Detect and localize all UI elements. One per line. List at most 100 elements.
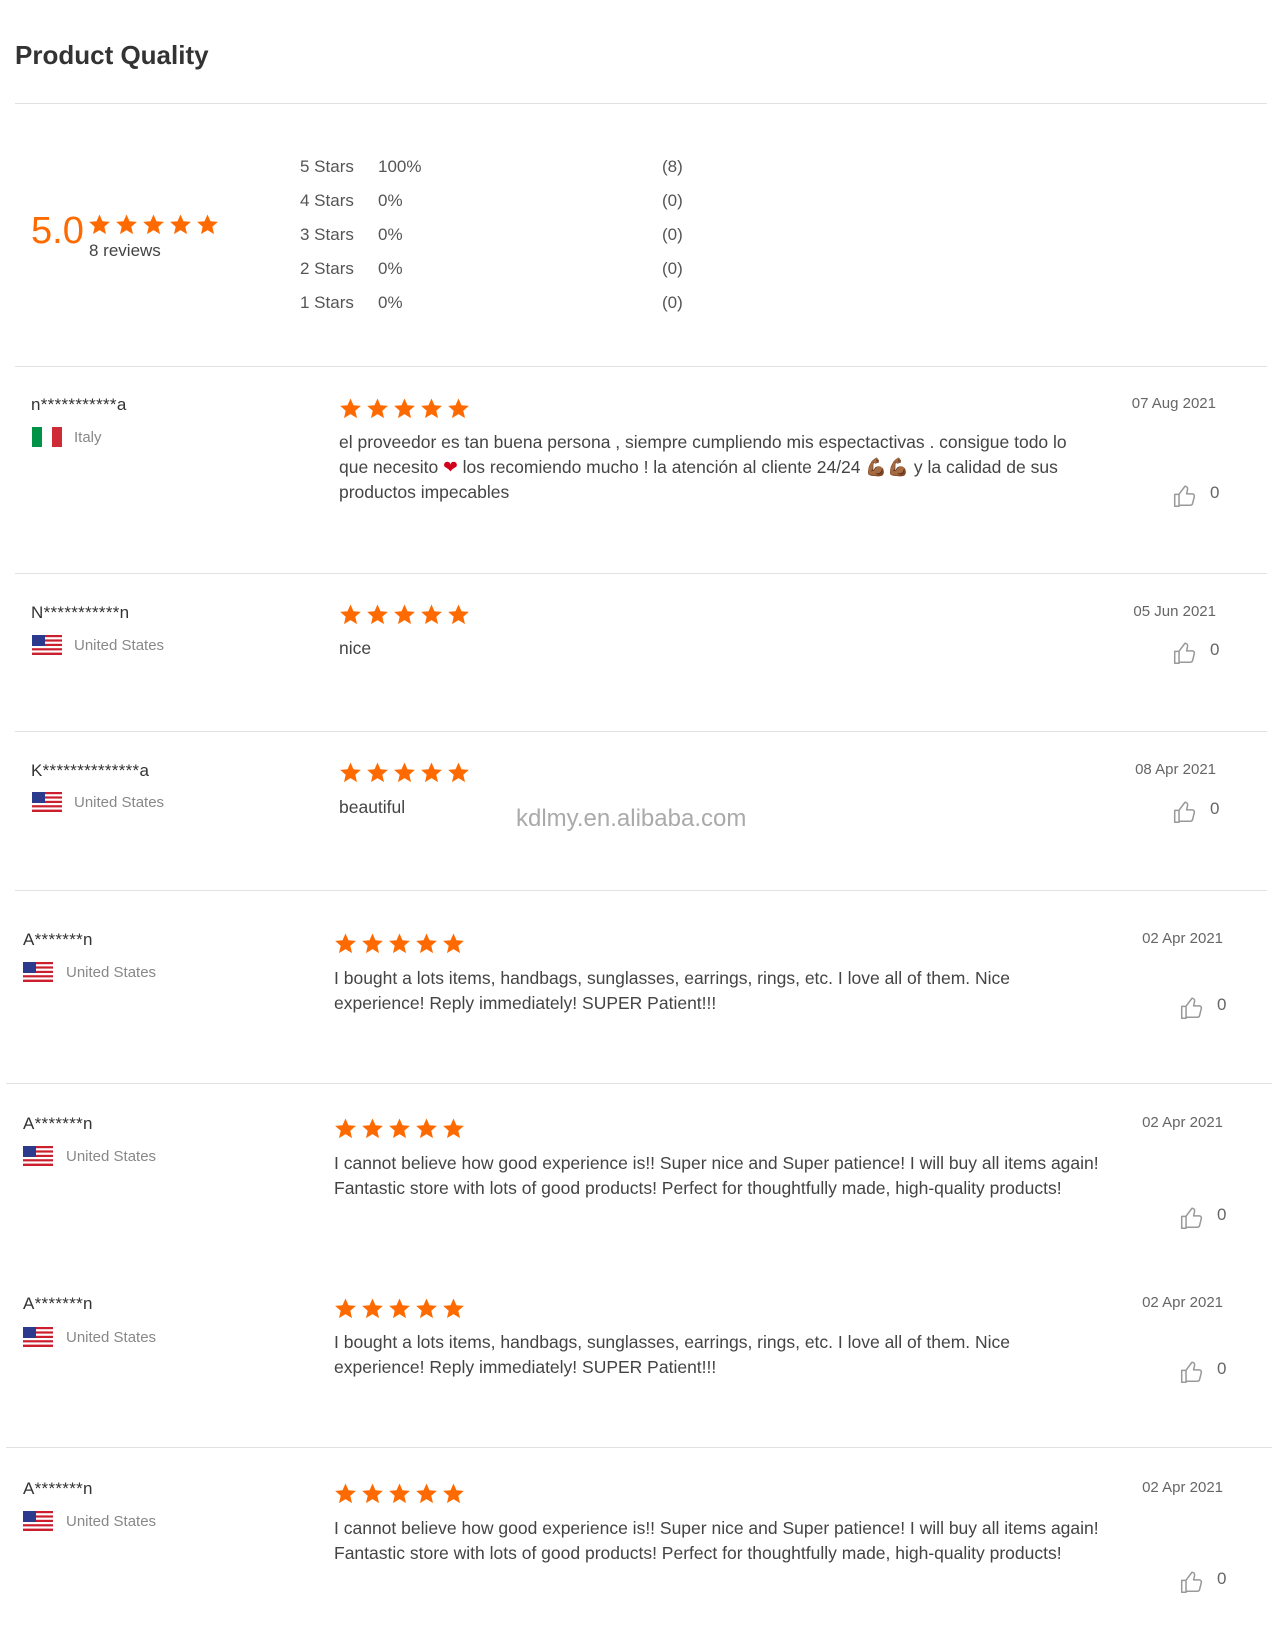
like-button[interactable]: 0 xyxy=(1179,1359,1239,1385)
star-icon xyxy=(334,1117,357,1140)
reviewer-name: A*******n xyxy=(23,930,93,949)
star-icon xyxy=(339,603,362,626)
flexed-biceps-emoji: 💪🏾💪🏾 xyxy=(865,457,909,477)
like-count: 0 xyxy=(1217,1569,1227,1588)
star-icon xyxy=(366,761,389,784)
star-icon xyxy=(388,932,411,955)
star-icon xyxy=(361,932,384,955)
reviewer-name: K**************a xyxy=(31,761,150,780)
rating-row-2[interactable]: 2 Stars 0% (0) xyxy=(300,259,700,281)
star-icon xyxy=(361,1482,384,1505)
review-date: 02 Apr 2021 xyxy=(1142,1479,1223,1496)
star-icon xyxy=(420,603,443,626)
review-stars xyxy=(334,1482,469,1505)
us-flag-icon xyxy=(23,1511,53,1531)
page-title: Product Quality xyxy=(15,40,209,70)
like-button[interactable]: 0 xyxy=(1179,1205,1239,1231)
us-flag-icon xyxy=(32,635,62,655)
us-flag-icon xyxy=(23,1327,53,1347)
like-button[interactable]: 0 xyxy=(1179,995,1239,1021)
rating-row-count: (0) xyxy=(662,293,683,312)
star-icon xyxy=(142,213,165,236)
reviewer-name: n***********a xyxy=(31,395,127,414)
star-icon xyxy=(388,1117,411,1140)
rating-row-1[interactable]: 1 Stars 0% (0) xyxy=(300,293,700,315)
reviewer-country: United States xyxy=(74,794,165,811)
star-icon xyxy=(169,213,192,236)
like-button[interactable]: 0 xyxy=(1172,483,1232,509)
rating-row-count: (0) xyxy=(662,191,683,210)
us-flag-icon xyxy=(32,792,62,812)
reviewer-name: A*******n xyxy=(23,1479,93,1498)
reviewer-country: United States xyxy=(66,1329,157,1346)
like-count: 0 xyxy=(1217,1359,1227,1378)
reviewer-country: United States xyxy=(74,637,165,654)
star-icon xyxy=(366,397,389,420)
like-count: 0 xyxy=(1217,1205,1227,1224)
divider xyxy=(15,366,1267,367)
star-icon xyxy=(334,932,357,955)
reviewer-country: United States xyxy=(66,964,157,981)
thumbs-up-icon xyxy=(1179,1205,1205,1231)
watermark: kdlmy.en.alibaba.com xyxy=(516,805,747,832)
review-stars xyxy=(334,932,469,955)
star-icon xyxy=(334,1297,357,1320)
review-text: I bought a lots items, handbags, sunglas… xyxy=(334,1332,1011,1377)
star-icon xyxy=(420,397,443,420)
us-flag-icon xyxy=(23,1146,53,1166)
thumbs-up-icon xyxy=(1172,483,1198,509)
rating-row-count: (0) xyxy=(662,225,683,244)
reviewer-name: A*******n xyxy=(23,1294,93,1313)
like-button[interactable]: 0 xyxy=(1172,640,1232,666)
star-icon xyxy=(415,932,438,955)
review-text-part: los recomiendo mucho ! la atención al cl… xyxy=(457,457,866,477)
star-icon xyxy=(388,1482,411,1505)
review-date: 07 Aug 2021 xyxy=(1131,395,1216,412)
like-button[interactable]: 0 xyxy=(1179,1569,1239,1595)
star-icon xyxy=(361,1117,384,1140)
review-stars xyxy=(339,603,474,626)
rating-row-label: 1 Stars xyxy=(300,293,354,312)
review-text: nice xyxy=(339,638,372,658)
thumbs-up-icon xyxy=(1179,1359,1205,1385)
heart-emoji: ❤ xyxy=(443,457,458,477)
star-icon xyxy=(447,603,470,626)
thumbs-up-icon xyxy=(1172,799,1198,825)
star-icon xyxy=(415,1482,438,1505)
rating-row-percent: 0% xyxy=(378,191,403,210)
review-date: 02 Apr 2021 xyxy=(1142,1114,1223,1131)
star-icon xyxy=(415,1117,438,1140)
divider xyxy=(15,890,1267,891)
reviewer-country: United States xyxy=(66,1148,157,1165)
thumbs-up-icon xyxy=(1179,995,1205,1021)
like-count: 0 xyxy=(1210,799,1220,818)
review-text: I bought a lots items, handbags, sunglas… xyxy=(334,968,1011,1013)
thumbs-up-icon xyxy=(1172,640,1198,666)
star-icon xyxy=(388,1297,411,1320)
like-count: 0 xyxy=(1210,483,1220,502)
rating-row-5[interactable]: 5 Stars 100% (8) xyxy=(300,157,700,179)
rating-row-percent: 0% xyxy=(378,259,403,278)
star-icon xyxy=(339,397,362,420)
rating-row-count: (8) xyxy=(662,157,683,176)
review-count: 8 reviews xyxy=(89,241,161,260)
star-icon xyxy=(442,1297,465,1320)
reviewer-name: N***********n xyxy=(31,603,130,622)
like-button[interactable]: 0 xyxy=(1172,799,1232,825)
rating-row-percent: 100% xyxy=(378,157,422,176)
like-count: 0 xyxy=(1217,995,1227,1014)
review-stars xyxy=(334,1297,469,1320)
divider xyxy=(15,103,1267,104)
rating-row-3[interactable]: 3 Stars 0% (0) xyxy=(300,225,700,247)
average-score: 5.0 xyxy=(31,210,84,252)
review-text: I cannot believe how good experience is!… xyxy=(334,1153,1099,1198)
review-date: 02 Apr 2021 xyxy=(1142,930,1223,947)
star-icon xyxy=(115,213,138,236)
divider xyxy=(6,1083,1272,1084)
review-text: el proveedor es tan buena persona , siem… xyxy=(339,430,1095,505)
rating-row-label: 4 Stars xyxy=(300,191,354,210)
star-icon xyxy=(196,213,219,236)
rating-row-percent: 0% xyxy=(378,225,403,244)
review-text: I cannot believe how good experience is!… xyxy=(334,1518,1099,1563)
rating-row-4[interactable]: 4 Stars 0% (0) xyxy=(300,191,700,213)
